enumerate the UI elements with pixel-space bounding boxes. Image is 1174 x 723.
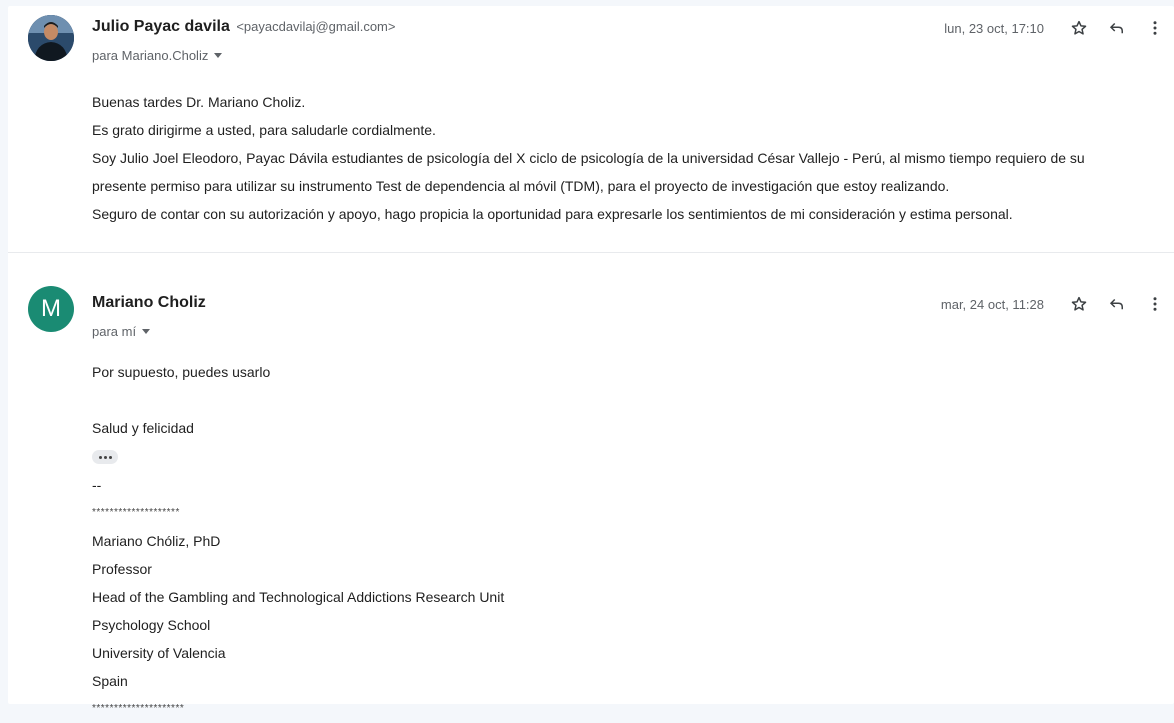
body-line: Soy Julio Joel Eleodoro, Payac Dávila es… bbox=[92, 150, 1085, 166]
reply-icon bbox=[1109, 298, 1123, 310]
more-vert-icon bbox=[1153, 297, 1157, 311]
signature-line: University of Valencia bbox=[92, 645, 226, 662]
sender-email: <payacdavilaj@gmail.com> bbox=[236, 19, 396, 34]
recipient-label: para Mariano.Choliz bbox=[92, 48, 209, 63]
caret-down-icon bbox=[142, 329, 151, 334]
signature-line: Mariano Chóliz, PhD bbox=[92, 533, 221, 550]
email-message: M Mariano Choliz para mí mar, 24 oct, 11… bbox=[8, 253, 1174, 714]
body-line: Seguro de contar con su autorización y a… bbox=[92, 206, 1013, 222]
star-icon bbox=[1071, 296, 1087, 311]
message-body: Buenas tardes Dr. Mariano Choliz. Es gra… bbox=[92, 88, 1162, 228]
signature-stars: ********************* bbox=[92, 703, 185, 715]
message-actions: mar, 24 oct, 11:28 bbox=[934, 292, 1174, 316]
signature-line: Spain bbox=[92, 673, 128, 690]
signature-stars: ******************** bbox=[92, 507, 180, 519]
message-date: mar, 24 oct, 11:28 bbox=[940, 296, 1044, 312]
reply-button[interactable] bbox=[1098, 16, 1136, 40]
body-line: Buenas tardes Dr. Mariano Choliz. bbox=[92, 94, 306, 110]
message-actions: lun, 23 oct, 17:10 bbox=[934, 16, 1174, 40]
sender-avatar[interactable] bbox=[28, 15, 74, 61]
reply-button[interactable] bbox=[1098, 292, 1136, 316]
signature-separator: -- bbox=[92, 477, 102, 494]
message-body: Por supuesto, puedes usarlo Salud y feli… bbox=[92, 358, 1162, 723]
signature-line: Professor bbox=[92, 561, 152, 578]
message-date: lun, 23 oct, 17:10 bbox=[944, 20, 1044, 36]
recipient-details-toggle[interactable]: para Mariano.Choliz bbox=[92, 48, 223, 63]
star-button[interactable] bbox=[1060, 16, 1098, 40]
sender-line: Julio Payac davila <payacdavilaj@gmail.c… bbox=[92, 18, 395, 36]
more-vert-icon bbox=[1153, 21, 1157, 35]
body-line: presente permiso para utilizar su instru… bbox=[92, 178, 950, 194]
sender-name[interactable]: Julio Payac davila bbox=[92, 18, 230, 35]
sender-name[interactable]: Mariano Choliz bbox=[92, 294, 206, 311]
closing-line: Salud y felicidad bbox=[92, 420, 194, 436]
more-options-button[interactable] bbox=[1136, 292, 1174, 316]
email-message: Julio Payac davila <payacdavilaj@gmail.c… bbox=[8, 6, 1174, 253]
star-button[interactable] bbox=[1060, 292, 1098, 316]
signature-line: Head of the Gambling and Technological A… bbox=[92, 589, 505, 606]
more-options-button[interactable] bbox=[1136, 16, 1174, 40]
ellipsis-dot bbox=[103, 455, 107, 459]
star-icon bbox=[1071, 20, 1087, 35]
signature-line: Psychology School bbox=[92, 617, 211, 634]
recipient-label: para mí bbox=[92, 324, 137, 339]
body-line: Por supuesto, puedes usarlo bbox=[92, 364, 271, 380]
reply-icon bbox=[1109, 22, 1123, 34]
email-thread: Julio Payac davila <payacdavilaj@gmail.c… bbox=[8, 6, 1174, 714]
show-trimmed-content-button[interactable] bbox=[92, 450, 118, 465]
caret-down-icon bbox=[214, 53, 223, 58]
body-line: Es grato dirigirme a usted, para saludar… bbox=[92, 122, 436, 138]
recipient-details-toggle[interactable]: para mí bbox=[92, 324, 151, 339]
sender-line: Mariano Choliz bbox=[92, 294, 206, 312]
ellipsis-icon bbox=[98, 455, 102, 459]
sender-avatar[interactable]: M bbox=[28, 286, 74, 332]
ellipsis-dot bbox=[108, 455, 112, 459]
